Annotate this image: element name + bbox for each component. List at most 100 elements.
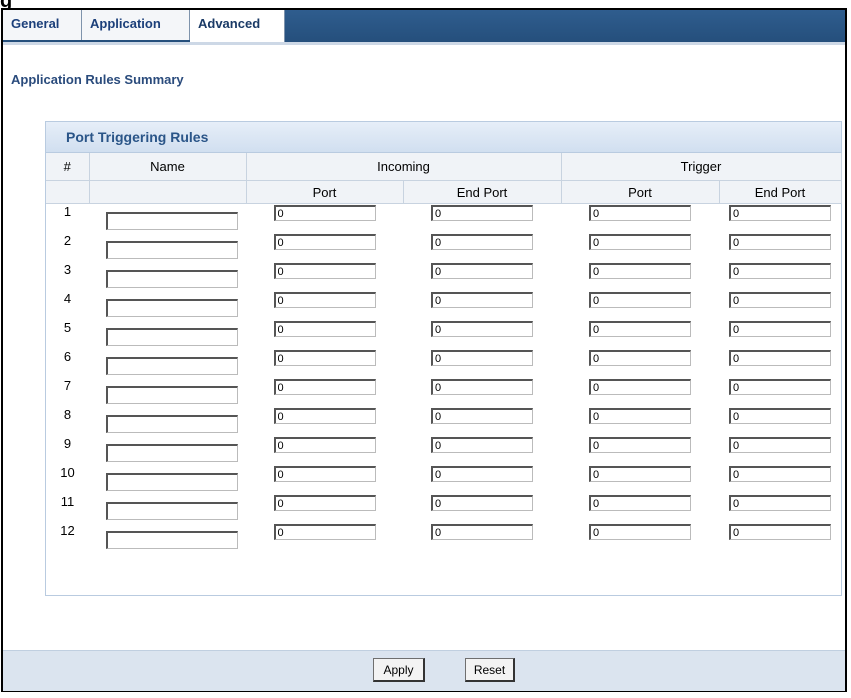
trigger-end-port-input[interactable] — [729, 524, 831, 540]
incoming-end-port-input[interactable] — [431, 466, 533, 482]
trigger-end-port-input[interactable] — [729, 379, 831, 395]
table-row: 5 — [46, 320, 841, 349]
row-number: 2 — [63, 233, 72, 248]
rule-name-input[interactable] — [105, 212, 238, 230]
application-window: General Application Advanced Application… — [1, 8, 847, 692]
incoming-port-input[interactable] — [273, 524, 376, 540]
tab-underline — [3, 42, 845, 45]
incoming-end-port-input[interactable] — [431, 524, 533, 540]
trigger-port-input[interactable] — [589, 379, 691, 395]
trigger-end-port-input[interactable] — [729, 321, 831, 337]
col-trigger-port-header: Port — [561, 180, 720, 204]
name-cell — [89, 320, 246, 349]
tab-advanced[interactable]: Advanced — [190, 10, 285, 42]
subheader-blank — [46, 180, 90, 204]
row-number: 5 — [63, 320, 72, 335]
incoming-port-input[interactable] — [273, 495, 376, 511]
table-row: 3 — [46, 262, 841, 291]
rule-name-input[interactable] — [105, 531, 238, 549]
name-cell — [89, 262, 246, 291]
trigger-port-input[interactable] — [589, 495, 691, 511]
trigger-port-input[interactable] — [589, 263, 691, 279]
name-cell — [89, 378, 246, 407]
trigger-end-port-cell — [719, 523, 841, 552]
incoming-port-input[interactable] — [273, 205, 376, 221]
col-index-header: # — [46, 153, 90, 181]
trigger-port-input[interactable] — [589, 437, 691, 453]
name-cell — [89, 494, 246, 523]
rule-name-input[interactable] — [105, 241, 238, 259]
trigger-end-port-cell — [719, 465, 841, 494]
trigger-end-port-cell — [719, 320, 841, 349]
trigger-port-input[interactable] — [589, 321, 691, 337]
incoming-end-port-input[interactable] — [431, 234, 533, 250]
rule-name-input[interactable] — [105, 270, 238, 288]
trigger-port-cell — [561, 291, 719, 320]
trigger-port-input[interactable] — [589, 292, 691, 308]
trigger-port-cell — [561, 378, 719, 407]
incoming-end-port-input[interactable] — [431, 292, 533, 308]
trigger-end-port-input[interactable] — [729, 350, 831, 366]
rule-name-input[interactable] — [105, 357, 238, 375]
trigger-end-port-input[interactable] — [729, 234, 831, 250]
incoming-port-cell — [246, 378, 403, 407]
incoming-port-input[interactable] — [273, 234, 376, 250]
incoming-end-port-cell — [403, 204, 561, 234]
row-number: 7 — [63, 378, 72, 393]
trigger-port-cell — [561, 494, 719, 523]
rule-name-input[interactable] — [105, 415, 238, 433]
trigger-port-input[interactable] — [589, 466, 691, 482]
rule-name-input[interactable] — [105, 502, 238, 520]
incoming-end-port-input[interactable] — [431, 321, 533, 337]
incoming-end-port-cell — [403, 320, 561, 349]
reset-button[interactable]: Reset — [465, 658, 515, 682]
trigger-port-input[interactable] — [589, 408, 691, 424]
incoming-port-input[interactable] — [273, 263, 376, 279]
trigger-port-input[interactable] — [589, 205, 691, 221]
trigger-end-port-input[interactable] — [729, 263, 831, 279]
incoming-port-input[interactable] — [273, 408, 376, 424]
trigger-end-port-input[interactable] — [729, 495, 831, 511]
trigger-end-port-cell — [719, 349, 841, 378]
incoming-end-port-input[interactable] — [431, 408, 533, 424]
rule-name-input[interactable] — [105, 473, 238, 491]
trigger-end-port-input[interactable] — [729, 408, 831, 424]
incoming-end-port-input[interactable] — [431, 263, 533, 279]
tab-general[interactable]: General — [3, 10, 82, 40]
incoming-port-input[interactable] — [273, 379, 376, 395]
rule-name-input[interactable] — [105, 299, 238, 317]
panel-title: Port Triggering Rules — [66, 129, 209, 145]
table-row: 6 — [46, 349, 841, 378]
incoming-end-port-cell — [403, 262, 561, 291]
incoming-port-input[interactable] — [273, 437, 376, 453]
name-cell — [89, 523, 246, 552]
col-incoming-end-port-header: End Port — [403, 180, 562, 204]
incoming-port-input[interactable] — [273, 466, 376, 482]
trigger-port-cell — [561, 523, 719, 552]
tab-application[interactable]: Application — [82, 10, 190, 40]
incoming-end-port-input[interactable] — [431, 495, 533, 511]
trigger-port-input[interactable] — [589, 350, 691, 366]
rule-name-input[interactable] — [105, 386, 238, 404]
incoming-port-input[interactable] — [273, 321, 376, 337]
incoming-port-input[interactable] — [273, 350, 376, 366]
rule-name-input[interactable] — [105, 328, 238, 346]
trigger-end-port-input[interactable] — [729, 292, 831, 308]
tab-application-label: Application — [90, 16, 161, 31]
incoming-end-port-input[interactable] — [431, 350, 533, 366]
trigger-end-port-input[interactable] — [729, 466, 831, 482]
row-number: 1 — [63, 204, 72, 219]
trigger-port-input[interactable] — [589, 524, 691, 540]
incoming-end-port-input[interactable] — [431, 205, 533, 221]
row-number: 6 — [63, 349, 72, 364]
trigger-port-input[interactable] — [589, 234, 691, 250]
incoming-end-port-input[interactable] — [431, 379, 533, 395]
trigger-end-port-input[interactable] — [729, 437, 831, 453]
incoming-end-port-input[interactable] — [431, 437, 533, 453]
trigger-end-port-input[interactable] — [729, 205, 831, 221]
incoming-port-cell — [246, 262, 403, 291]
row-number: 3 — [63, 262, 72, 277]
apply-button[interactable]: Apply — [373, 658, 425, 682]
incoming-port-input[interactable] — [273, 292, 376, 308]
rule-name-input[interactable] — [105, 444, 238, 462]
